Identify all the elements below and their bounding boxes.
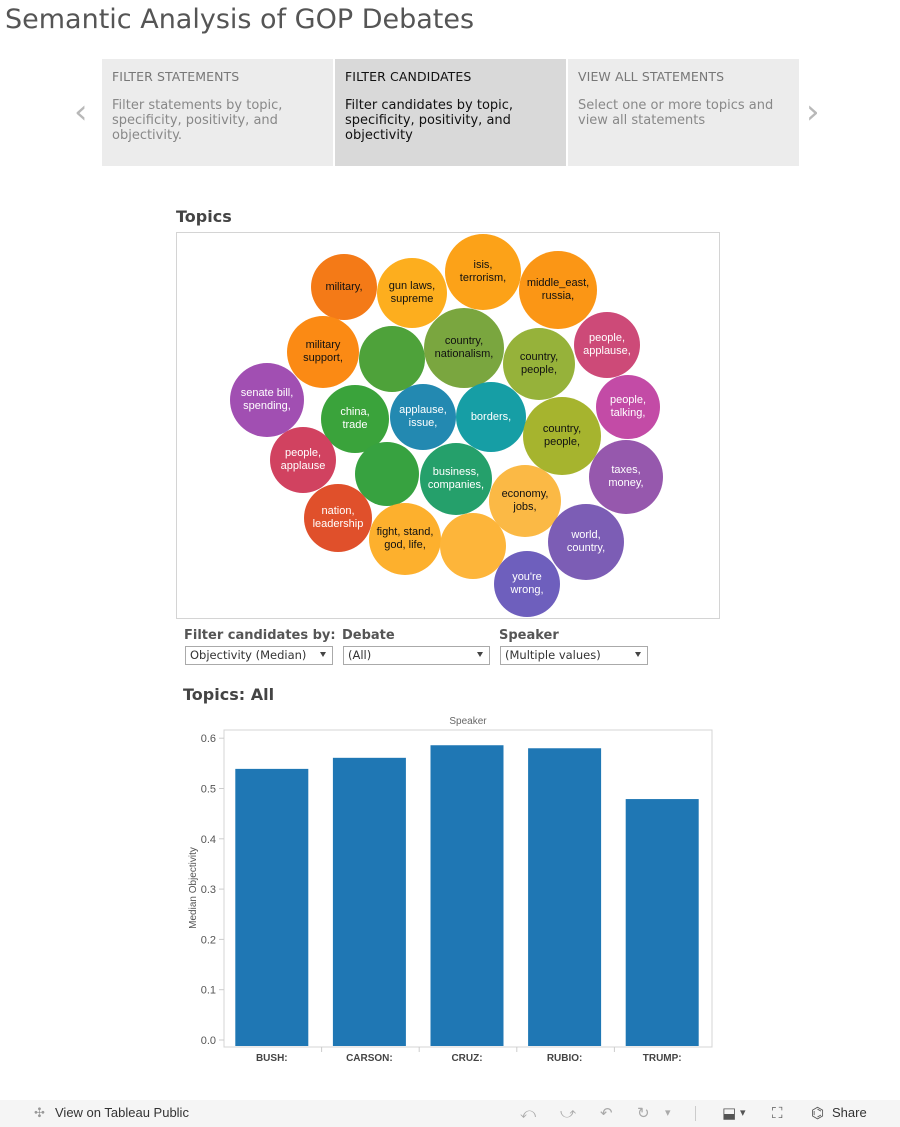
y-tick-label: 0.2 <box>201 934 216 946</box>
share-icon[interactable]: ⌬ <box>811 1104 824 1122</box>
revert-icon[interactable]: ↶ <box>600 1104 613 1122</box>
undo-icon[interactable]: ⤺ <box>520 1104 536 1122</box>
x-tick-label: CRUZ: <box>451 1053 482 1064</box>
tableau-toolbar: ✣ View on Tableau Public ⤺ ⤻ ↶ ↻ ▾ ⬓ ▾ ⛶… <box>0 1100 900 1127</box>
y-tick-label: 0.1 <box>201 985 216 997</box>
column-header-label: Speaker <box>449 716 487 727</box>
y-tick-label: 0.4 <box>201 834 216 846</box>
bar-trump <box>625 799 699 1046</box>
bar-bush <box>235 768 309 1046</box>
y-tick-label: 0.5 <box>201 784 216 796</box>
y-tick-label: 0.0 <box>201 1035 216 1047</box>
redo-icon[interactable]: ⤻ <box>560 1104 576 1122</box>
bar-cruz <box>430 745 504 1046</box>
bar-rubio <box>528 748 602 1046</box>
x-tick-label: RUBIO: <box>547 1053 583 1064</box>
tableau-logo-icon: ✣ <box>34 1105 45 1120</box>
view-on-tableau-public-link[interactable]: View on Tableau Public <box>55 1105 189 1120</box>
y-axis-label: Median Objectivity <box>188 847 199 929</box>
x-tick-label: TRUMP: <box>643 1053 682 1064</box>
bar-carson <box>332 757 406 1046</box>
objectivity-bar-chart: Speaker 0.0 0.1 0.2 0.3 0.4 0.5 0.6 Median Objec… <box>188 716 713 1064</box>
x-tick-label: CARSON: <box>346 1053 393 1064</box>
y-tick-label: 0.3 <box>201 884 216 896</box>
download-icon[interactable]: ⬓ <box>722 1104 736 1122</box>
x-tick-label: BUSH: <box>256 1053 288 1064</box>
fullscreen-icon[interactable]: ⛶ <box>772 1104 783 1122</box>
toolbar-divider <box>695 1106 696 1121</box>
download-menu-caret-icon[interactable]: ▾ <box>740 1106 746 1119</box>
refresh-menu-caret-icon[interactable]: ▾ <box>665 1106 671 1119</box>
y-tick-label: 0.6 <box>201 733 216 745</box>
share-button[interactable]: Share <box>832 1105 867 1120</box>
refresh-icon[interactable]: ↻ <box>637 1104 650 1122</box>
